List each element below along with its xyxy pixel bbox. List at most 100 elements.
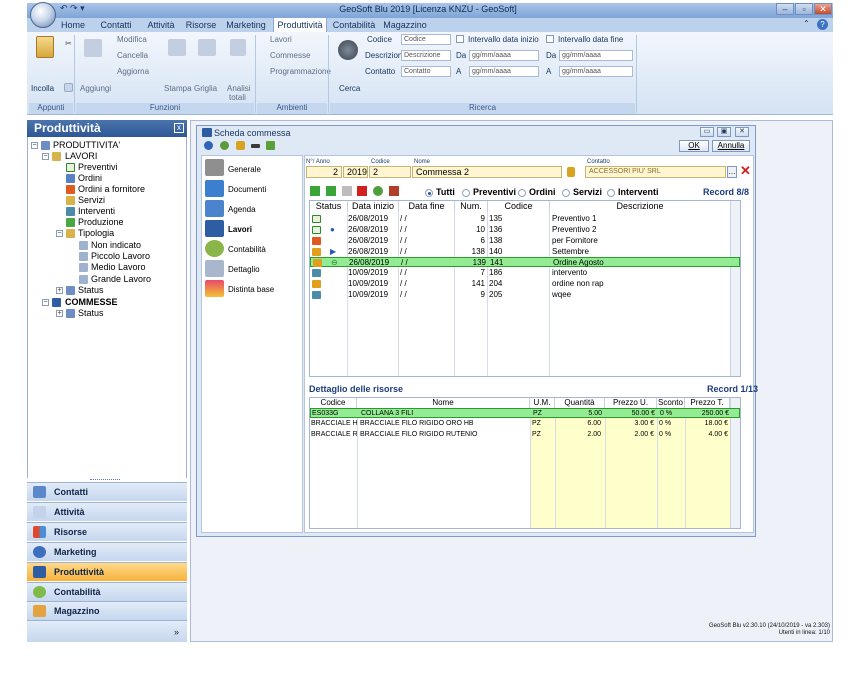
tab-home[interactable]: Home bbox=[57, 18, 89, 32]
back-arrow-icon[interactable] bbox=[251, 144, 260, 148]
tree-node-grande-lavoro[interactable]: Grande Lavoro bbox=[91, 274, 151, 284]
tree-node-status[interactable]: Status bbox=[78, 285, 104, 295]
edit-button[interactable]: Modifica bbox=[117, 35, 147, 44]
descrizione-search-field[interactable]: Descrizione bbox=[401, 50, 451, 61]
filter-preventivi-label[interactable]: Preventivi bbox=[473, 187, 516, 197]
codice-search-field[interactable]: Codice bbox=[401, 34, 451, 45]
table-row[interactable]: BRACCIALE HB BRACCIALE FILO RIGIDO ORO H… bbox=[310, 419, 740, 429]
programmazione-button[interactable]: Programmazione bbox=[270, 67, 331, 76]
filter-servizi-label[interactable]: Servizi bbox=[573, 187, 602, 197]
tree-node-interventi[interactable]: Interventi bbox=[78, 206, 115, 216]
close-button[interactable]: ✕ bbox=[814, 3, 832, 15]
info-icon[interactable] bbox=[204, 141, 213, 150]
column-header-data-inizio[interactable]: Data inizio bbox=[348, 201, 399, 212]
table-row[interactable]: 10/09/2019 / / 9 205 wqee bbox=[310, 290, 740, 300]
tree-node-piccolo-lavoro[interactable]: Piccolo Lavoro bbox=[91, 251, 150, 261]
tree-node-non-indicato[interactable]: Non indicato bbox=[91, 240, 141, 250]
grid-button[interactable]: Griglia bbox=[194, 84, 217, 93]
tab-dettaglio[interactable]: Dettaglio bbox=[228, 265, 260, 274]
filter-ordini-label[interactable]: Ordini bbox=[529, 187, 556, 197]
tree-node-tipologia[interactable]: Tipologia bbox=[78, 228, 114, 238]
edit-row-icon[interactable] bbox=[342, 186, 352, 196]
filter-interventi-radio[interactable] bbox=[607, 189, 615, 197]
tree-node-ordini-fornitore[interactable]: Ordini a fornitore bbox=[78, 184, 145, 194]
tab-distinta-base[interactable]: Distinta base bbox=[228, 285, 274, 294]
column-header-codice[interactable]: Codice bbox=[488, 201, 550, 212]
tree-expander[interactable]: + bbox=[56, 287, 63, 294]
refresh-rows-icon[interactable] bbox=[373, 186, 383, 196]
tree-node-lavori[interactable]: LAVORI bbox=[65, 151, 97, 161]
add-row-icon[interactable] bbox=[310, 186, 320, 196]
print-rows-icon[interactable] bbox=[389, 186, 399, 196]
filter-ordini-radio[interactable] bbox=[518, 189, 526, 197]
ribbon-minimize-icon[interactable]: ⌃ bbox=[803, 19, 810, 28]
table-row-selected[interactable]: ES033G COLLANA 3 FILI PZ 5.00 50.00 € 0 … bbox=[310, 408, 740, 418]
tree-node-commesse-status[interactable]: Status bbox=[78, 308, 104, 318]
filter-tutti-label[interactable]: Tutti bbox=[436, 187, 455, 197]
column-header-data-fine[interactable]: Data fine bbox=[399, 201, 455, 212]
tree-expander[interactable]: − bbox=[42, 299, 49, 306]
add-child-icon[interactable] bbox=[326, 186, 336, 196]
app-menu-button[interactable] bbox=[30, 2, 56, 28]
table-row[interactable]: 10/09/2019 / / 141 204 ordine non rap bbox=[310, 279, 740, 289]
tab-marketing[interactable]: Marketing bbox=[223, 18, 269, 32]
nav-magazzino[interactable]: Magazzino bbox=[27, 601, 187, 620]
paste-button[interactable]: Incolla bbox=[31, 84, 54, 93]
lavori-button[interactable]: Lavori bbox=[270, 35, 292, 44]
column-header-res-prezzo-u[interactable]: Prezzo U. bbox=[605, 398, 657, 408]
start-a-field[interactable]: gg/mm/aaaa bbox=[469, 66, 539, 77]
nav-attivita[interactable]: Attività bbox=[27, 502, 187, 521]
end-da-field[interactable]: gg/mm/aaaa bbox=[559, 50, 633, 61]
column-header-res-codice[interactable]: Codice bbox=[310, 398, 357, 408]
end-a-field[interactable]: gg/mm/aaaa bbox=[559, 66, 633, 77]
contatto-field[interactable]: ACCESSORI PIU' SRL bbox=[585, 166, 726, 178]
tree-expander[interactable]: − bbox=[42, 153, 49, 160]
tab-documenti[interactable]: Documenti bbox=[228, 185, 266, 194]
column-header-res-quantita[interactable]: Quantità bbox=[555, 398, 605, 408]
num-field[interactable]: 2 bbox=[306, 166, 342, 178]
nav-close-button[interactable]: x bbox=[174, 123, 184, 133]
column-header-res-um[interactable]: U.M. bbox=[530, 398, 555, 408]
tab-contabilita[interactable]: Contabilità bbox=[331, 18, 377, 32]
tree-node-medio-lavoro[interactable]: Medio Lavoro bbox=[91, 262, 146, 272]
table-row[interactable]: ▶ 26/08/2019 / / 138 140 Settembre bbox=[310, 247, 740, 257]
table-row[interactable]: 26/08/2019 / / 6 138 per Fornitore bbox=[310, 236, 740, 246]
tree-node-produzione[interactable]: Produzione bbox=[78, 217, 124, 227]
column-header-res-prezzo-t[interactable]: Prezzo T. bbox=[685, 398, 730, 408]
table-row[interactable]: BRACCIALE RU BRACCIALE FILO RIGIDO RUTEN… bbox=[310, 430, 740, 440]
ok-button[interactable]: OK bbox=[679, 140, 709, 152]
tree-node-produttivita[interactable]: PRODUTTIVITA' bbox=[53, 140, 120, 150]
filter-tutti-radio[interactable] bbox=[425, 189, 433, 197]
tree-node-servizi[interactable]: Servizi bbox=[78, 195, 105, 205]
chart-icon[interactable] bbox=[266, 141, 275, 150]
nav-produttivita[interactable]: Produttività bbox=[27, 562, 187, 581]
anno-field[interactable]: 2019 bbox=[343, 166, 368, 178]
end-range-checkbox[interactable] bbox=[546, 35, 554, 43]
tree-node-commesse[interactable]: COMMESSE bbox=[65, 297, 118, 307]
help-icon[interactable]: ? bbox=[817, 19, 828, 30]
start-da-field[interactable]: gg/mm/aaaa bbox=[469, 50, 539, 61]
contatto-search-field[interactable]: Contatto bbox=[401, 66, 451, 77]
start-range-checkbox[interactable] bbox=[456, 35, 464, 43]
copy-icon[interactable] bbox=[64, 83, 73, 92]
filter-preventivi-radio[interactable] bbox=[462, 189, 470, 197]
table-row[interactable]: 26/08/2019 / / 9 135 Preventivo 1 bbox=[310, 214, 740, 224]
tab-contabilita[interactable]: Contabilità bbox=[228, 245, 266, 254]
column-header-status[interactable]: Status bbox=[310, 201, 348, 212]
column-header-res-nome[interactable]: Nome bbox=[357, 398, 530, 408]
add-button[interactable]: Aggiungi bbox=[80, 84, 111, 93]
table-row[interactable]: ● 26/08/2019 / / 10 136 Preventivo 2 bbox=[310, 225, 740, 235]
tab-lavori[interactable]: Lavori bbox=[228, 225, 252, 234]
contatto-clear-icon[interactable]: ✕ bbox=[740, 164, 751, 177]
print-button[interactable]: Stampa bbox=[164, 84, 192, 93]
column-header-res-sconto[interactable]: Sconto bbox=[657, 398, 685, 408]
refresh-icon[interactable] bbox=[220, 141, 229, 150]
table-row-selected[interactable]: ⊖ 26/08/2019 / / 139 141 Ordine Agosto bbox=[310, 257, 740, 267]
nome-field[interactable]: Commessa 2 bbox=[412, 166, 562, 178]
lock-icon[interactable] bbox=[236, 141, 245, 150]
cancel-button[interactable]: Annulla bbox=[712, 140, 750, 152]
filter-interventi-label[interactable]: Interventi bbox=[618, 187, 659, 197]
dialog-maximize-button[interactable]: ▣ bbox=[717, 127, 731, 137]
restore-button[interactable]: ▫ bbox=[795, 3, 813, 15]
contatto-browse-button[interactable]: … bbox=[727, 166, 737, 178]
